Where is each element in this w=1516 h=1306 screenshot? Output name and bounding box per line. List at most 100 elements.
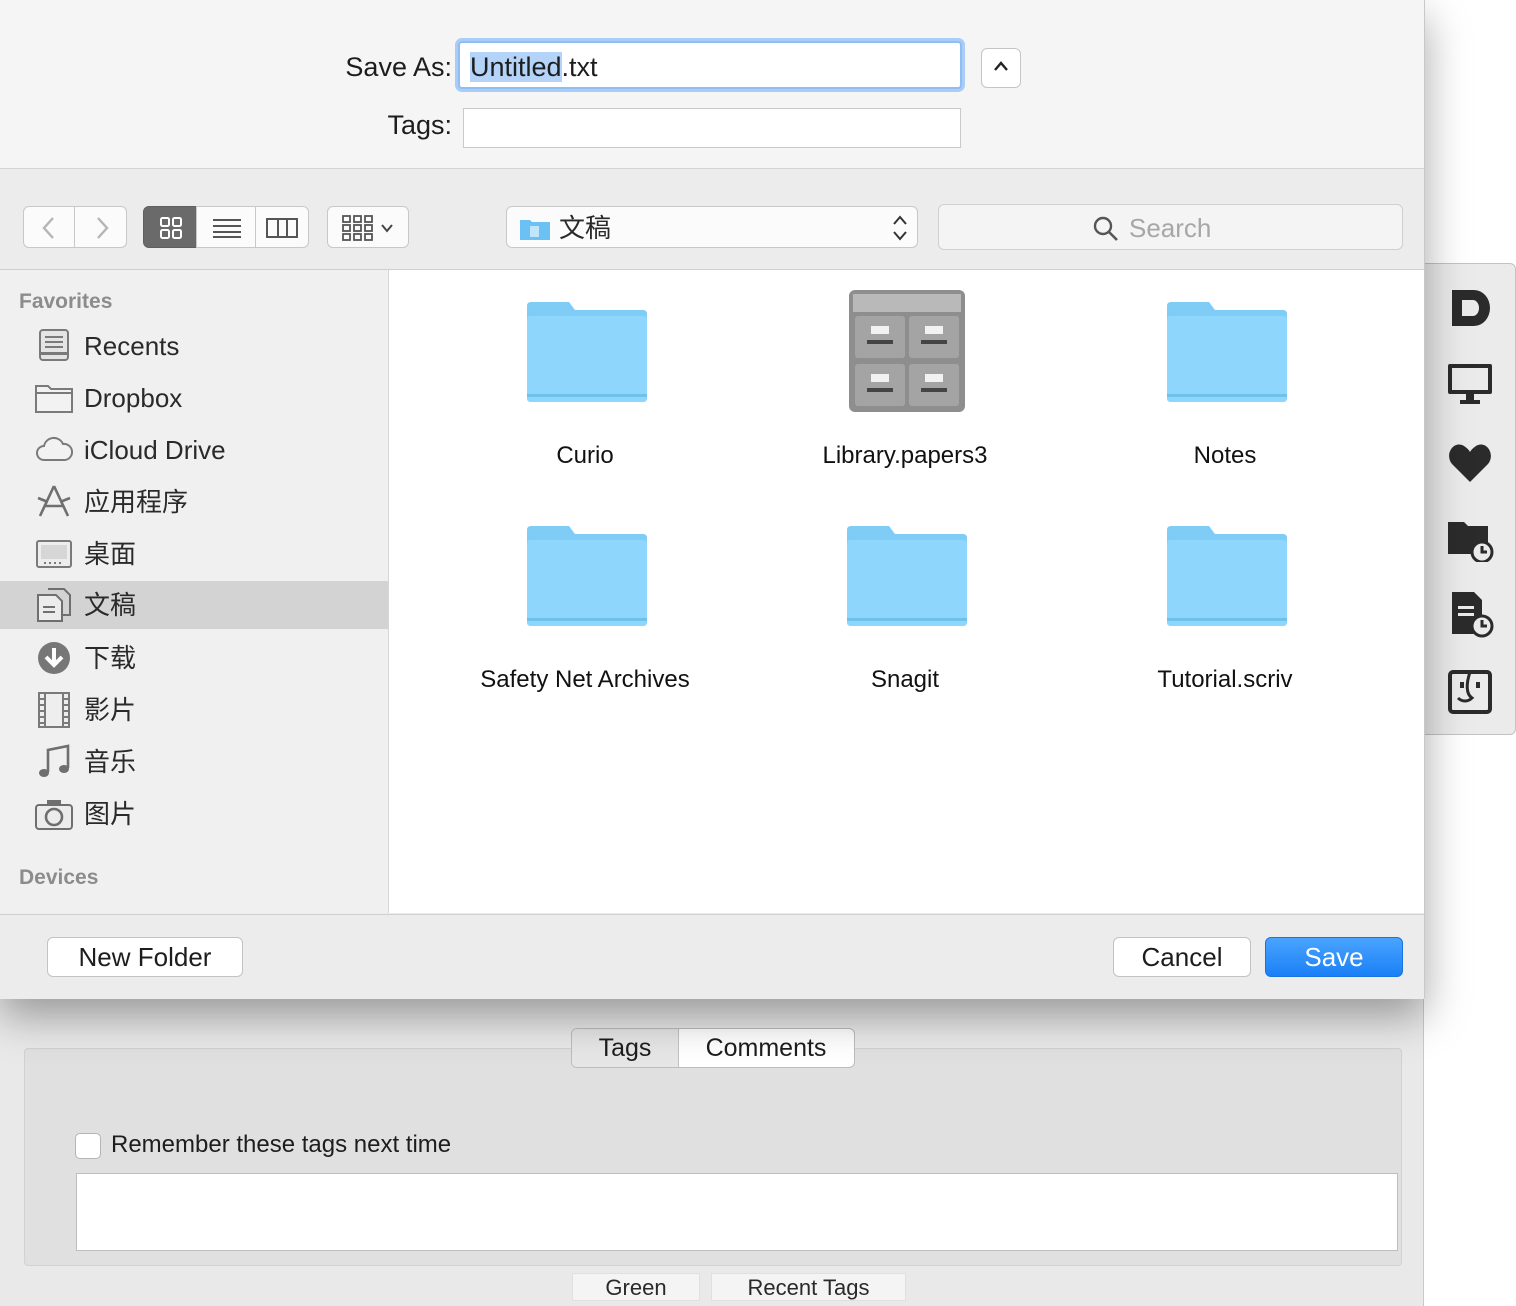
tags-comments-segmented-control: Tags Comments <box>571 1028 855 1068</box>
applications-icon <box>37 485 71 517</box>
recents-icon <box>39 329 69 361</box>
file-item-snagit[interactable]: Snagit <box>785 514 1025 714</box>
document-tag-icon[interactable] <box>1446 284 1494 332</box>
cancel-button[interactable]: Cancel <box>1113 937 1251 977</box>
file-item-curio[interactable]: Curio <box>465 290 705 490</box>
sidebar-item-recents[interactable]: Recents <box>0 322 388 370</box>
updown-chevron-icon <box>893 215 907 241</box>
chevron-up-icon <box>994 61 1008 71</box>
folder-icon <box>1167 302 1287 402</box>
search-placeholder: Search <box>1129 213 1212 243</box>
save-as-label: Save As: <box>345 52 452 82</box>
forward-button[interactable] <box>74 206 127 248</box>
arrange-menu-button[interactable] <box>327 206 409 248</box>
side-toolbar <box>1424 263 1516 735</box>
file-item-library-papers3[interactable]: Library.papers3 <box>785 290 1025 490</box>
new-folder-button[interactable]: New Folder <box>47 937 243 977</box>
sidebar-item-label: Recents <box>84 331 180 361</box>
tags-label: Tags: <box>387 110 452 140</box>
file-name: Library.papers3 <box>822 442 988 469</box>
folder-icon <box>847 526 967 626</box>
sidebar-item-movies[interactable]: 影片 <box>0 686 388 734</box>
tags-textarea[interactable] <box>76 1173 1398 1251</box>
file-browser: Curio Library.papers3 Notes Safety Net A… <box>389 270 1424 913</box>
sidebar-item-label: 应用程序 <box>84 487 189 517</box>
list-icon <box>213 219 241 238</box>
remember-tags-label: Remember these tags next time <box>111 1131 452 1158</box>
devices-header: Devices <box>19 866 99 889</box>
dialog-button-bar: New Folder Cancel Save <box>0 914 1424 999</box>
sidebar-item-label: 图片 <box>84 799 137 829</box>
tags-comments-panel: Remember these tags next time Green Rece… <box>0 998 1424 1306</box>
tab-comments[interactable]: Comments <box>678 1029 854 1067</box>
sidebar-item-label: iCloud Drive <box>84 435 226 465</box>
recent-folder-icon[interactable] <box>1446 514 1494 562</box>
cabinet-icon <box>849 290 965 412</box>
file-name: Notes <box>1193 442 1257 469</box>
navigation-buttons <box>23 206 127 248</box>
file-name: Curio <box>556 442 614 469</box>
panel-box: Remember these tags next time Green Rece… <box>24 1048 1402 1301</box>
documents-folder-icon <box>520 220 550 240</box>
sidebar-item-applications[interactable]: 应用程序 <box>0 478 388 526</box>
documents-icon <box>37 588 71 622</box>
sidebar-item-pictures[interactable]: 图片 <box>0 790 388 838</box>
collapse-dialog-button[interactable] <box>981 48 1021 88</box>
monitor-icon[interactable] <box>1446 360 1494 408</box>
sidebar-item-desktop[interactable]: 桌面 <box>0 530 388 578</box>
column-view-button[interactable] <box>255 206 309 248</box>
desktop-icon <box>36 540 72 568</box>
cloud-icon <box>36 436 74 461</box>
favorites-header: Favorites <box>19 290 113 313</box>
sidebar: Favorites Recents Dropbox iCloud Drive 应… <box>0 270 389 913</box>
chevron-left-icon <box>42 217 54 239</box>
sidebar-item-dropbox[interactable]: Dropbox <box>0 374 388 422</box>
grid-icon <box>160 217 182 239</box>
chevron-right-icon <box>97 217 109 239</box>
filename-field[interactable]: Untitled.txt <box>458 41 962 89</box>
tab-tags[interactable]: Tags <box>572 1029 679 1067</box>
icon-view-button[interactable] <box>143 206 197 248</box>
folder-icon <box>527 526 647 626</box>
sidebar-item-documents[interactable]: 文稿 <box>0 581 388 629</box>
file-item-tutorial-scriv[interactable]: Tutorial.scriv <box>1105 514 1345 714</box>
search-icon <box>1093 216 1118 241</box>
list-view-button[interactable] <box>196 206 256 248</box>
finder-icon[interactable] <box>1446 668 1494 716</box>
download-icon <box>38 642 70 674</box>
location-popup[interactable]: 文稿 <box>506 206 918 248</box>
arrange-grid-icon <box>342 215 373 241</box>
file-name: Tutorial.scriv <box>1157 666 1293 693</box>
folder-icon <box>35 385 73 413</box>
file-item-notes[interactable]: Notes <box>1105 290 1345 490</box>
save-dialog: Save As: Untitled.txt Tags: 文稿 Search Fa… <box>0 0 1425 999</box>
view-mode-buttons <box>143 206 309 248</box>
remember-tags-checkbox[interactable] <box>75 1133 101 1159</box>
filename-selected-text: Untitled <box>470 52 562 82</box>
sidebar-item-icloud[interactable]: iCloud Drive <box>0 426 388 474</box>
sidebar-item-label: 桌面 <box>84 539 137 569</box>
folder-icon <box>1167 526 1287 626</box>
green-tag-button[interactable]: Green <box>572 1273 700 1301</box>
film-icon <box>38 692 70 728</box>
save-as-area: Save As: Untitled.txt Tags: <box>0 0 1424 169</box>
tags-field[interactable] <box>463 108 961 148</box>
recent-document-icon[interactable] <box>1446 590 1494 638</box>
sidebar-item-label: 文稿 <box>84 590 137 620</box>
sidebar-item-label: 音乐 <box>84 747 137 777</box>
sidebar-item-downloads[interactable]: 下载 <box>0 634 388 682</box>
music-icon <box>39 744 70 777</box>
back-button[interactable] <box>23 206 75 248</box>
recent-tags-button[interactable]: Recent Tags <box>711 1273 906 1301</box>
filename-extension: .txt <box>561 52 598 82</box>
heart-icon[interactable] <box>1446 438 1494 486</box>
search-input[interactable]: Search <box>938 204 1403 250</box>
file-name: Snagit <box>870 666 940 693</box>
save-button[interactable]: Save <box>1265 937 1403 977</box>
sidebar-item-music[interactable]: 音乐 <box>0 738 388 786</box>
camera-icon <box>35 800 73 830</box>
file-item-safety-net-archives[interactable]: Safety Net Archives <box>465 514 705 714</box>
folder-icon <box>527 302 647 402</box>
current-folder-label: 文稿 <box>559 213 612 243</box>
chevron-down-icon <box>381 224 393 233</box>
